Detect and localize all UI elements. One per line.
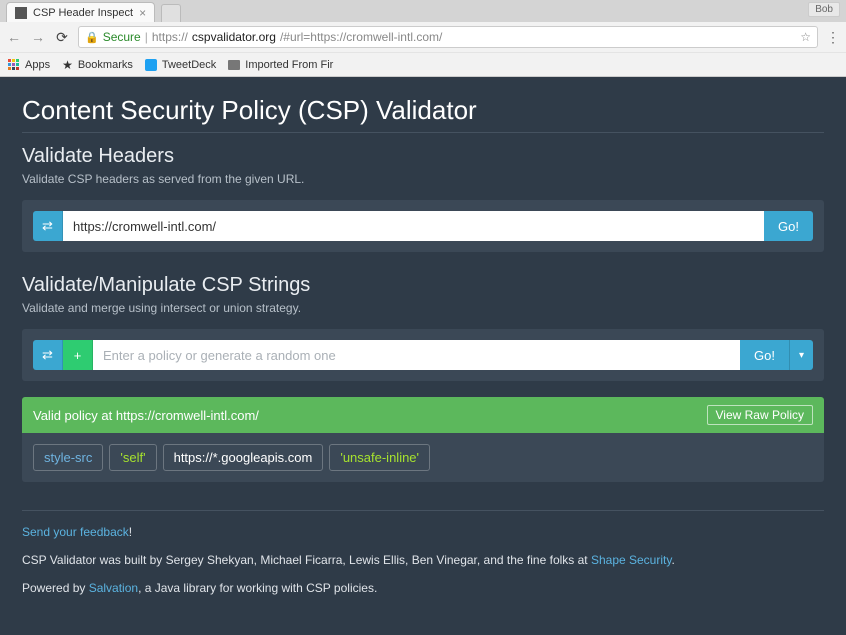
policy-keyword[interactable]: 'unsafe-inline' (329, 444, 430, 471)
result-status-text: Valid policy at https://cromwell-intl.co… (33, 408, 259, 423)
policy-input-row: ⇄ + Go! ▾ (33, 340, 813, 370)
address-row: ← → ⟳ 🔒 Secure | https:// cspvalidator.or… (0, 22, 846, 52)
separator: | (145, 30, 148, 44)
tab-title: CSP Header Inspect (33, 7, 133, 19)
validate-headers-panel: ⇄ Go! (22, 200, 824, 252)
shuffle-icon: ⇄ (42, 218, 53, 234)
url-scheme: https:// (152, 30, 188, 44)
tweetdeck-icon (145, 59, 157, 71)
footer-text: CSP Validator was built by Sergey Shekya… (22, 553, 591, 567)
bookmark-label: Imported From Fir (245, 59, 333, 71)
validate-headers-heading: Validate Headers (22, 145, 824, 168)
forward-button[interactable]: → (30, 29, 46, 45)
bookmark-bookmarks[interactable]: ★ Bookmarks (62, 58, 133, 72)
validate-headers-subtext: Validate CSP headers as served from the … (22, 172, 824, 186)
validate-strings-heading: Validate/Manipulate CSP Strings (22, 274, 824, 297)
url-input-row: ⇄ Go! (33, 211, 813, 241)
chrome-menu-icon[interactable]: ⋮ (826, 29, 840, 46)
policy-keyword[interactable]: 'self' (109, 444, 156, 471)
go-button[interactable]: Go! (740, 340, 789, 370)
bookmark-label: TweetDeck (162, 59, 216, 71)
go-button[interactable]: Go! (764, 211, 813, 241)
favicon-icon (15, 7, 27, 19)
shuffle-button[interactable]: ⇄ (33, 340, 63, 370)
apps-button[interactable]: Apps (8, 59, 50, 71)
apps-label: Apps (25, 59, 50, 71)
url-path: /#url=https://cromwell-intl.com/ (280, 30, 442, 44)
feedback-link[interactable]: Send your feedback (22, 525, 129, 539)
shuffle-icon: ⇄ (42, 347, 53, 363)
page-content: Content Security Policy (CSP) Validator … (0, 77, 846, 635)
address-bar[interactable]: 🔒 Secure | https:// cspvalidator.org /#url… (78, 26, 818, 48)
lock-icon: 🔒 (85, 31, 99, 44)
reload-button[interactable]: ⟳ (54, 29, 70, 45)
bookmark-tweetdeck[interactable]: TweetDeck (145, 59, 216, 71)
tab-strip: CSP Header Inspect × Bob (0, 0, 846, 22)
policy-directive[interactable]: style-src (33, 444, 103, 471)
go-dropdown-button[interactable]: ▾ (789, 340, 813, 370)
secure-label: Secure (103, 30, 141, 44)
url-host: cspvalidator.org (192, 30, 276, 44)
chevron-down-icon: ▾ (799, 350, 804, 361)
footer-text: Powered by (22, 581, 89, 595)
validate-strings-panel: ⇄ + Go! ▾ (22, 329, 824, 381)
folder-icon (228, 60, 240, 70)
footer-text: . (671, 553, 674, 567)
apps-icon (8, 59, 20, 71)
result-status-bar: Valid policy at https://cromwell-intl.co… (22, 397, 824, 433)
bookmark-label: Bookmarks (78, 59, 133, 71)
shape-security-link[interactable]: Shape Security (591, 553, 672, 567)
add-button[interactable]: + (63, 340, 93, 370)
policy-input[interactable] (93, 340, 740, 370)
browser-chrome: CSP Header Inspect × Bob ← → ⟳ 🔒 Secure … (0, 0, 846, 77)
footer: Send your feedback! CSP Validator was bu… (22, 510, 824, 597)
user-badge[interactable]: Bob (808, 2, 840, 17)
bookmark-imported[interactable]: Imported From Fir (228, 59, 333, 71)
result-body: style-src 'self' https://*.googleapis.co… (22, 433, 824, 482)
page-title: Content Security Policy (CSP) Validator (22, 95, 824, 133)
policy-value[interactable]: https://*.googleapis.com (163, 444, 324, 471)
salvation-link[interactable]: Salvation (89, 581, 138, 595)
new-tab-button[interactable] (161, 4, 181, 22)
plus-icon: + (74, 348, 82, 363)
view-raw-button[interactable]: View Raw Policy (707, 405, 813, 425)
shuffle-button[interactable]: ⇄ (33, 211, 63, 241)
browser-tab[interactable]: CSP Header Inspect × (6, 2, 155, 22)
url-input[interactable] (63, 211, 764, 241)
star-icon: ★ (62, 58, 73, 72)
bookmarks-bar: Apps ★ Bookmarks TweetDeck Imported From… (0, 52, 846, 76)
back-button[interactable]: ← (6, 29, 22, 45)
bookmark-star-icon[interactable]: ☆ (800, 30, 811, 44)
footer-text: ! (129, 525, 132, 539)
validate-strings-subtext: Validate and merge using intersect or un… (22, 301, 824, 315)
close-icon[interactable]: × (139, 7, 146, 19)
footer-text: , a Java library for working with CSP po… (138, 581, 377, 595)
